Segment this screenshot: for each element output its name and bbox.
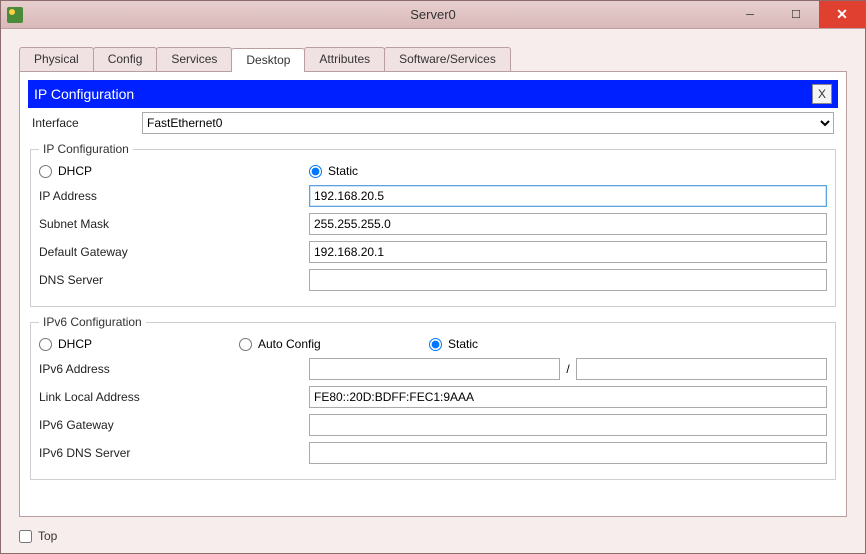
dns-server-label: DNS Server (39, 273, 309, 287)
ipv6-gateway-label: IPv6 Gateway (39, 418, 309, 432)
default-gateway-input[interactable] (309, 241, 827, 263)
ipv6-gateway-row: IPv6 Gateway (39, 413, 827, 437)
panel-title-text: IP Configuration (34, 86, 134, 102)
ipv6-auto-text: Auto Config (258, 337, 321, 351)
minimize-button[interactable]: ─ (727, 1, 773, 28)
ipv6-dns-label: IPv6 DNS Server (39, 446, 309, 460)
ipv6-static-radio[interactable] (429, 338, 442, 351)
ipv6-static-text: Static (448, 337, 478, 351)
window-controls: ─ ☐ ✕ (727, 1, 865, 28)
maximize-button[interactable]: ☐ (773, 1, 819, 28)
ipv6-address-label: IPv6 Address (39, 362, 309, 376)
ipv6-prefix-separator: / (560, 362, 575, 376)
titlebar[interactable]: Server0 ─ ☐ ✕ (1, 1, 865, 29)
ipv4-mode-row: DHCP Static (39, 164, 827, 178)
tab-attributes[interactable]: Attributes (304, 47, 385, 71)
ipv6-static-radio-label[interactable]: Static (429, 337, 478, 351)
ip-address-input[interactable] (309, 185, 827, 207)
tab-config[interactable]: Config (93, 47, 158, 71)
app-window: Server0 ─ ☐ ✕ Physical Config Services D… (0, 0, 866, 554)
tab-physical[interactable]: Physical (19, 47, 94, 71)
ipv6-auto-radio-label[interactable]: Auto Config (239, 337, 429, 351)
tab-desktop[interactable]: Desktop (231, 48, 305, 72)
tab-page-desktop: IP Configuration X Interface FastEtherne… (19, 71, 847, 517)
ip-address-row: IP Address (39, 184, 827, 208)
tab-bar: Physical Config Services Desktop Attribu… (19, 47, 865, 71)
ipv6-address-row: IPv6 Address / (39, 357, 827, 381)
ipv6-address-input[interactable] (309, 358, 560, 380)
ipv4-dhcp-radio[interactable] (39, 165, 52, 178)
interface-label: Interface (32, 116, 142, 130)
client-area: Physical Config Services Desktop Attribu… (1, 29, 865, 553)
subnet-mask-input[interactable] (309, 213, 827, 235)
panel-close-button[interactable]: X (812, 84, 832, 104)
ip-address-label: IP Address (39, 189, 309, 203)
ipv4-fieldset: IP Configuration DHCP Static IP Address (30, 142, 836, 307)
ipv4-dhcp-text: DHCP (58, 164, 92, 178)
interface-row: Interface FastEthernet0 (28, 108, 838, 138)
ipv6-gateway-input[interactable] (309, 414, 827, 436)
ipv6-dns-row: IPv6 DNS Server (39, 441, 827, 465)
tab-services[interactable]: Services (156, 47, 232, 71)
ipv6-auto-radio[interactable] (239, 338, 252, 351)
top-checkbox-text: Top (38, 529, 57, 543)
ipv6-linklocal-label: Link Local Address (39, 390, 309, 404)
ipv6-linklocal-input[interactable] (309, 386, 827, 408)
ipv6-fieldset: IPv6 Configuration DHCP Auto Config Stat… (30, 315, 836, 480)
dns-server-input[interactable] (309, 269, 827, 291)
ipv6-prefix-input[interactable] (576, 358, 827, 380)
interface-select[interactable]: FastEthernet0 (142, 112, 834, 134)
ipv6-linklocal-row: Link Local Address (39, 385, 827, 409)
close-button[interactable]: ✕ (819, 1, 865, 28)
subnet-mask-label: Subnet Mask (39, 217, 309, 231)
top-checkbox-label[interactable]: Top (19, 529, 57, 543)
ipv4-dhcp-radio-label[interactable]: DHCP (39, 164, 309, 178)
ipv4-legend: IP Configuration (39, 142, 133, 156)
subnet-mask-row: Subnet Mask (39, 212, 827, 236)
ipv6-dns-input[interactable] (309, 442, 827, 464)
panel-title-bar: IP Configuration X (28, 80, 838, 108)
ipv4-static-text: Static (328, 164, 358, 178)
tab-software-services[interactable]: Software/Services (384, 47, 511, 71)
ipv6-dhcp-text: DHCP (58, 337, 92, 351)
ipv4-static-radio-label[interactable]: Static (309, 164, 358, 178)
default-gateway-row: Default Gateway (39, 240, 827, 264)
ipv6-legend: IPv6 Configuration (39, 315, 146, 329)
top-checkbox[interactable] (19, 530, 32, 543)
ipv4-static-radio[interactable] (309, 165, 322, 178)
ipv6-mode-row: DHCP Auto Config Static (39, 337, 827, 351)
default-gateway-label: Default Gateway (39, 245, 309, 259)
ipv6-dhcp-radio[interactable] (39, 338, 52, 351)
footer: Top (1, 525, 865, 553)
dns-server-row: DNS Server (39, 268, 827, 292)
app-icon (7, 7, 23, 23)
ipv6-dhcp-radio-label[interactable]: DHCP (39, 337, 239, 351)
